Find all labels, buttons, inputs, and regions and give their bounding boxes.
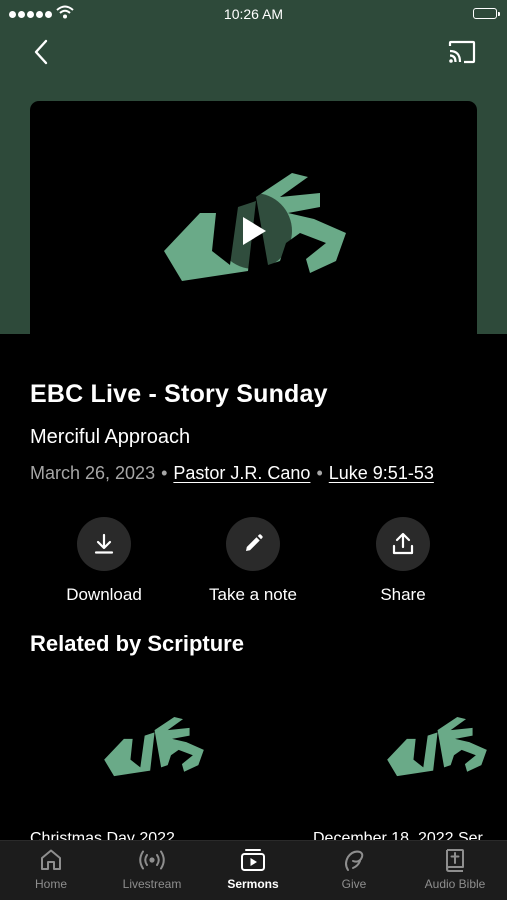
related-card[interactable]: December 18, 2022 Ser <box>313 690 507 840</box>
download-button[interactable]: Download <box>44 517 164 605</box>
scripture-link[interactable]: Luke 9:51-53 <box>329 463 434 483</box>
broadcast-icon <box>139 850 165 870</box>
sermon-meta: March 26, 2023 • Pastor J.R. Cano • Luke 9:5… <box>30 463 434 484</box>
related-card-title: December 18, 2022 Ser <box>313 830 483 840</box>
speaker-link[interactable]: Pastor J.R. Cano <box>173 463 310 483</box>
video-player[interactable] <box>30 101 477 334</box>
tab-home[interactable]: Home <box>1 847 101 891</box>
tab-livestream[interactable]: Livestream <box>102 847 202 891</box>
related-card[interactable]: Christmas Day 2022 <box>30 690 300 847</box>
play-icon <box>243 217 266 245</box>
church-logo <box>104 716 204 777</box>
tab-label: Sermons <box>227 877 279 891</box>
take-note-label: Take a note <box>209 585 297 604</box>
give-icon <box>345 850 364 871</box>
download-icon <box>94 533 114 554</box>
share-button[interactable]: Share <box>343 517 463 605</box>
home-icon <box>41 849 61 870</box>
pencil-icon <box>246 534 263 551</box>
download-circle[interactable] <box>77 517 131 571</box>
take-note-button[interactable]: Take a note <box>193 517 313 605</box>
bible-icon <box>446 849 464 872</box>
tab-audio-bible[interactable]: Audio Bible <box>405 847 505 891</box>
status-time: 10:26 AM <box>223 6 284 22</box>
battery-icon <box>473 8 500 19</box>
related-section-heading: Related by Scripture <box>30 631 244 656</box>
tab-label: Give <box>341 877 367 891</box>
share-label: Share <box>380 585 426 604</box>
cast-icon <box>448 40 476 64</box>
status-bar: 10:26 AM <box>0 0 507 28</box>
tab-give[interactable]: Give <box>304 847 404 891</box>
tab-label: Audio Bible <box>424 877 486 891</box>
sermons-icon <box>241 849 265 871</box>
sermon-date: March 26, 2023 <box>30 463 156 483</box>
tab-sermons[interactable]: Sermons <box>203 847 303 891</box>
church-logo <box>387 716 487 777</box>
play-button[interactable] <box>216 193 292 269</box>
download-label: Download <box>66 585 142 604</box>
take-note-circle[interactable] <box>226 517 280 571</box>
tab-label: Home <box>34 877 67 891</box>
separator-dot: • <box>316 463 323 483</box>
back-button[interactable] <box>26 36 56 68</box>
sermon-title: EBC Live - Story Sunday <box>30 380 328 408</box>
share-icon <box>392 532 414 555</box>
sermon-subtitle: Merciful Approach <box>30 426 191 448</box>
tab-bar: Home Livestream Sermons Give Audio Bible <box>0 840 507 900</box>
share-circle[interactable] <box>376 517 430 571</box>
separator-dot: • <box>161 463 168 483</box>
chevron-left-icon <box>34 39 48 65</box>
tab-label: Livestream <box>122 877 182 891</box>
cast-button[interactable] <box>445 38 479 66</box>
